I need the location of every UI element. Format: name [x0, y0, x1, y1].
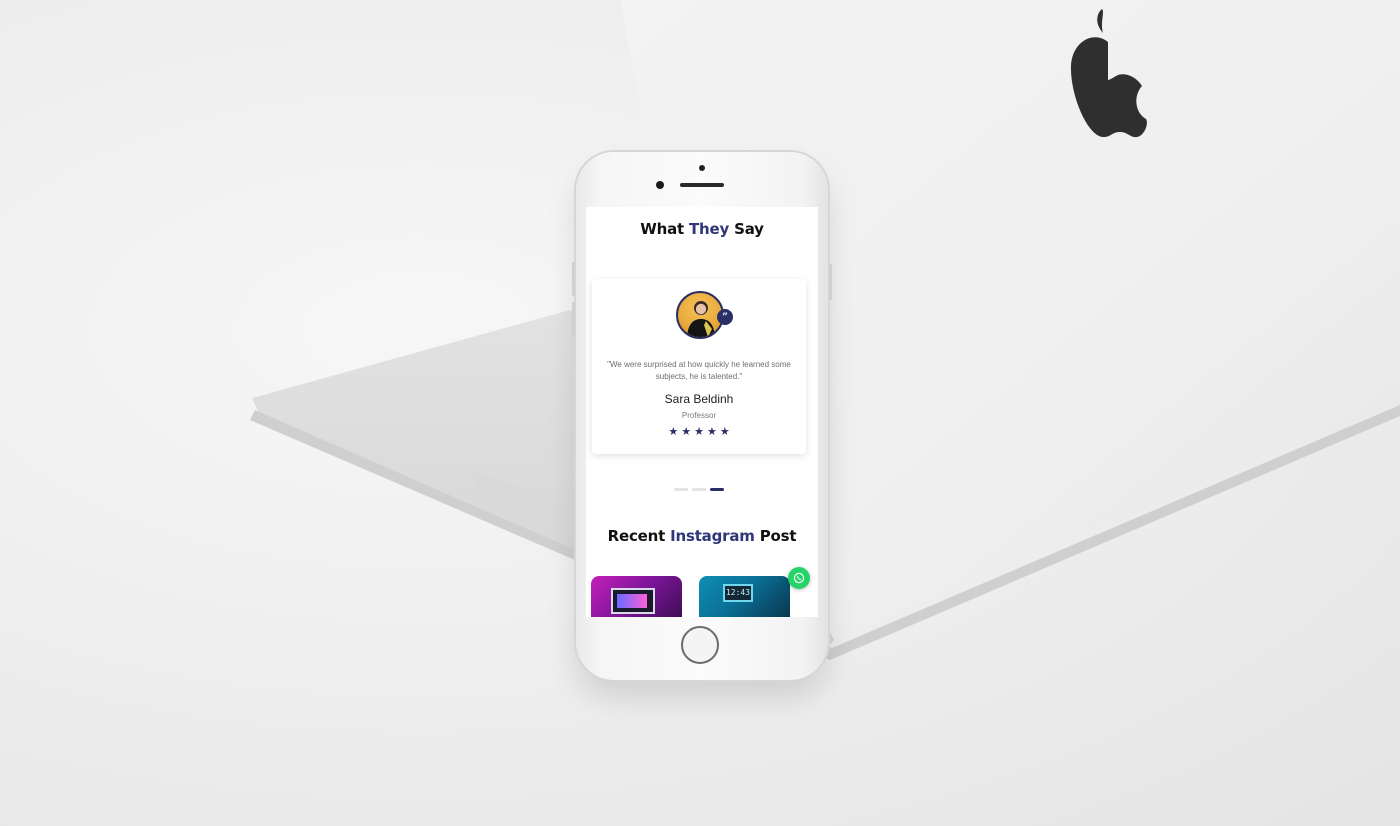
star-icon: ★	[681, 426, 692, 438]
home-button[interactable]	[681, 626, 719, 664]
title-word: What	[640, 220, 689, 238]
volume-button	[572, 262, 575, 296]
whatsapp-icon	[793, 572, 805, 584]
slider-dot[interactable]	[692, 488, 706, 491]
title-accent-word: Instagram	[670, 527, 755, 545]
clock-image-label: 12:43	[723, 584, 753, 602]
author-role: Professor	[681, 411, 717, 420]
instagram-post[interactable]: 12:43	[699, 576, 790, 617]
title-word: Recent	[607, 527, 671, 545]
star-icon: ★	[694, 426, 704, 438]
testimonial-card: ” "We were surprised at how quickly he l…	[592, 279, 806, 454]
phone-screen: What They Say ” "We were surprised at ho…	[586, 207, 818, 617]
earpiece-speaker	[680, 183, 724, 187]
monitor-image	[611, 588, 655, 614]
instagram-title: Recent Instagram Post	[586, 527, 818, 545]
title-word: Post	[754, 527, 797, 545]
author-name: Sara Beldinh	[664, 392, 734, 406]
slider-dot-active[interactable]	[710, 488, 724, 491]
proximity-sensor	[699, 165, 705, 171]
whatsapp-button[interactable]	[788, 567, 810, 589]
slider-pagination	[674, 488, 728, 491]
star-icon: ★	[668, 426, 679, 438]
quote-icon: ”	[717, 309, 733, 325]
testimonial-quote: "We were surprised at how quickly he lea…	[607, 360, 791, 381]
slider-dot[interactable]	[674, 488, 688, 491]
star-icon: ★	[719, 426, 730, 438]
power-button	[829, 264, 832, 300]
title-word: Say	[729, 220, 764, 238]
rating-stars: ★ ★ ★ ★ ★	[592, 425, 806, 439]
instagram-post[interactable]	[591, 576, 682, 617]
title-accent-word: They	[689, 220, 730, 238]
iphone-mockup: What They Say ” "We were surprised at ho…	[572, 152, 832, 680]
front-camera	[656, 181, 664, 189]
testimonials-title: What They Say	[586, 220, 818, 238]
star-icon: ★	[706, 426, 717, 438]
volume-button	[572, 302, 575, 336]
